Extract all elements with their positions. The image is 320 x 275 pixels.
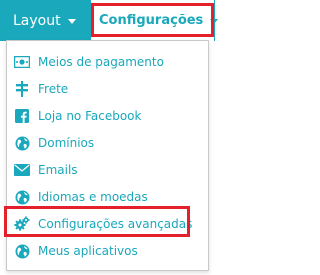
- nav-layout-menu[interactable]: Layout: [2, 0, 84, 41]
- nav-config-label: Configurações: [99, 13, 204, 28]
- facebook-icon: [14, 108, 30, 124]
- globe-icon: [14, 243, 30, 259]
- menu-item-label: Configurações avançadas: [38, 217, 193, 231]
- menu-item-label: Idiomas e moedas: [38, 190, 148, 204]
- menu-item-label: Domínios: [38, 136, 95, 150]
- menu-item-label: Frete: [38, 82, 69, 96]
- menu-item-domains[interactable]: Domínios: [7, 130, 208, 156]
- menu-item-languages-currencies[interactable]: Idiomas e moedas: [7, 184, 208, 210]
- menu-item-my-apps[interactable]: Meus aplicativos: [7, 238, 208, 264]
- menu-item-label: Meus aplicativos: [38, 244, 138, 258]
- menu-item-advanced-settings[interactable]: Configurações avançadas: [7, 211, 208, 237]
- nav-config-menu[interactable]: Configurações: [91, 0, 219, 41]
- menu-item-facebook-store[interactable]: Loja no Facebook: [7, 103, 208, 129]
- menu-item-label: Emails: [38, 163, 78, 177]
- globe-icon: [14, 189, 30, 205]
- nav-layout-label: Layout: [13, 12, 61, 29]
- money-icon: [14, 54, 30, 70]
- menu-item-emails[interactable]: Emails: [7, 157, 208, 183]
- menu-item-payment[interactable]: Meios de pagamento: [7, 49, 208, 75]
- envelope-icon: [14, 162, 30, 178]
- signpost-icon: [14, 81, 30, 97]
- chevron-down-icon: [67, 18, 76, 24]
- menu-item-label: Meios de pagamento: [38, 55, 164, 69]
- menu-item-label: Loja no Facebook: [38, 109, 142, 123]
- menu-item-shipping[interactable]: Frete: [7, 76, 208, 102]
- globe-icon: [14, 135, 30, 151]
- config-dropdown-menu: Meios de pagamento Frete Loja no Faceboo…: [6, 40, 209, 271]
- gears-icon: [14, 216, 30, 232]
- chevron-down-icon: [210, 18, 219, 24]
